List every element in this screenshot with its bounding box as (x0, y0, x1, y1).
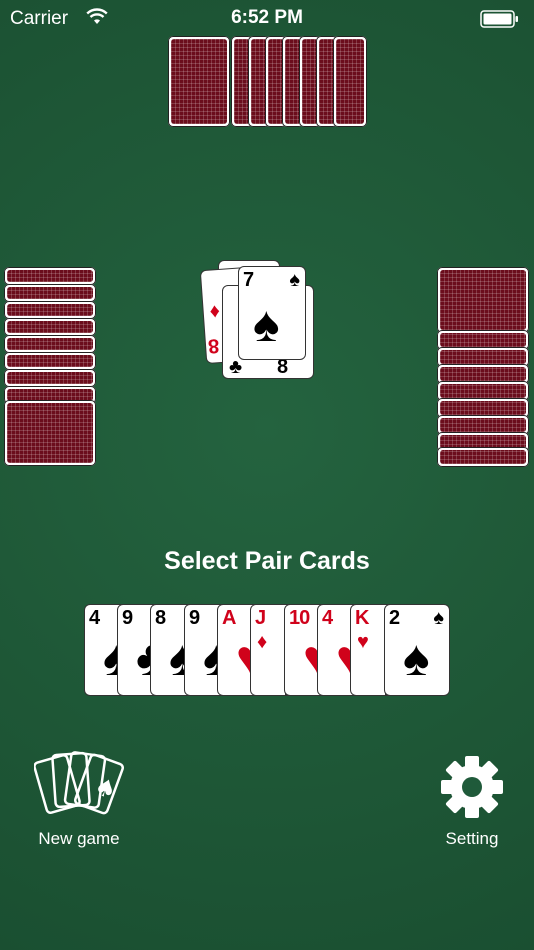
card-suit: ♠ (289, 269, 300, 291)
card-suit: ♥ (357, 631, 369, 653)
setting-button[interactable]: Setting (436, 754, 508, 849)
battery-icon (480, 10, 518, 28)
card-back (4, 301, 96, 319)
hand-card[interactable]: 2 ♠ ♠ (384, 604, 450, 696)
center-card: 7 ♠ ♠ (238, 266, 306, 360)
card-rank: A (222, 607, 236, 629)
new-game-label: New game (38, 829, 120, 848)
status-bar: Carrier 6:52 PM (0, 0, 534, 36)
card-suit: ♠ (433, 607, 444, 629)
card-suit: ♦ (257, 631, 268, 653)
card-rank: 9 (189, 607, 200, 629)
card-rank: 2 (389, 607, 400, 629)
card-suit: ♦ (208, 300, 221, 323)
card-back (4, 335, 96, 353)
clock: 6:52 PM (231, 7, 303, 28)
card-back (4, 284, 96, 302)
gear-icon (441, 756, 503, 818)
card-rank: 8 (208, 334, 220, 357)
svg-text:♠: ♠ (91, 772, 121, 806)
card-rank: J (255, 607, 266, 629)
card-back (437, 447, 529, 467)
card-rank: K (355, 607, 369, 629)
card-rank: 7 (243, 269, 254, 291)
new-game-button[interactable]: ♠ New game (32, 746, 126, 849)
card-back (437, 267, 529, 333)
card-back (4, 318, 96, 336)
card-back (168, 36, 230, 127)
card-suit: ♣ (229, 356, 243, 378)
card-rank: 9 (122, 607, 133, 629)
card-back (4, 267, 96, 285)
card-suit-large: ♠ (403, 630, 430, 686)
cards-icon: ♠ (33, 751, 124, 815)
card-back (333, 36, 367, 127)
card-rank: 4 (322, 607, 333, 629)
card-back (4, 369, 96, 387)
card-rank: 8 (155, 607, 166, 629)
card-rank: 4 (89, 607, 100, 629)
instruction-text: Select Pair Cards (164, 547, 370, 575)
card-suit-large: ♠ (253, 296, 280, 352)
setting-label: Setting (445, 829, 499, 848)
card-rank: 10 (289, 607, 310, 629)
card-back (4, 352, 96, 370)
card-back (4, 400, 96, 466)
